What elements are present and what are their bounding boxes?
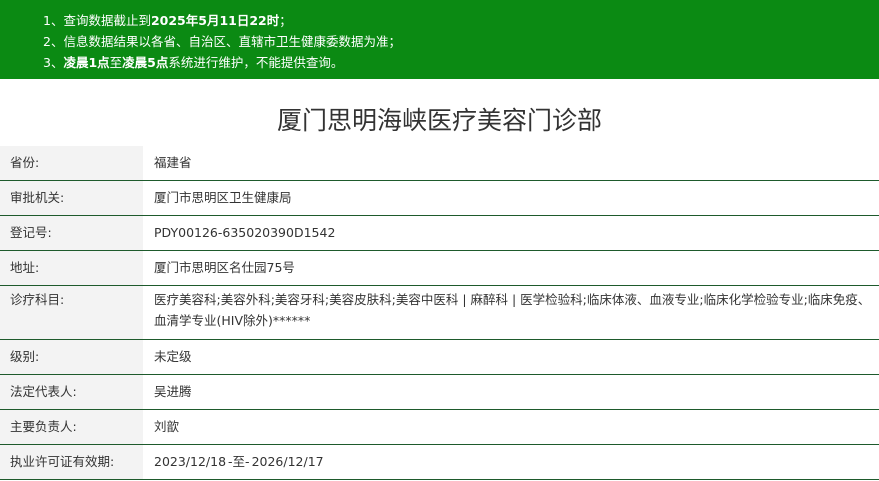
row-label: 级别: — [0, 340, 143, 374]
row-registration-number: 登记号: PDY00126-635020390D1542 — [0, 216, 879, 251]
notice-line-3-end-time: 凌晨5点 — [122, 55, 169, 70]
row-value: 刘歆 — [154, 419, 180, 434]
license-end-date: 2026/12/17 — [251, 454, 324, 469]
notice-line-3-suffix: 系统进行维护，不能提供查询。 — [168, 55, 344, 70]
info-table: 省份: 福建省 审批机关: 厦门市思明区卫生健康局 登记号: PDY00126-… — [0, 146, 879, 480]
row-diagnosis-subjects: 诊疗科目: 医疗美容科;美容外科;美容牙科;美容皮肤科;美容中医科 | 麻醉科 … — [0, 286, 879, 340]
notice-line-3-start-time: 凌晨1点 — [63, 55, 110, 70]
notice-line-1-suffix: ； — [279, 13, 292, 28]
row-label: 地址: — [0, 251, 143, 285]
row-value: 厦门市思明区名仕园75号 — [154, 260, 295, 275]
row-value: 未定级 — [154, 349, 192, 364]
row-value: 福建省 — [154, 155, 192, 170]
row-legal-representative: 法定代表人: 吴进腾 — [0, 375, 879, 410]
notice-banner: 1、查询数据截止到2025年5月11日22时； 2、信息数据结果以各省、自治区、… — [0, 0, 879, 79]
row-label: 登记号: — [0, 216, 143, 250]
license-date-separator: -至- — [228, 454, 250, 469]
notice-line-3: 3、凌晨1点至凌晨5点系统进行维护，不能提供查询。 — [43, 52, 879, 73]
row-value: PDY00126-635020390D1542 — [154, 225, 336, 240]
row-label: 法定代表人: — [0, 375, 143, 409]
row-label: 执业许可证有效期: — [0, 445, 143, 479]
row-value: 厦门市思明区卫生健康局 — [154, 190, 292, 205]
row-license-validity: 执业许可证有效期: 2023/12/18 -至- 2026/12/17 — [0, 445, 879, 480]
notice-line-3-prefix: 3、 — [43, 55, 64, 70]
license-start-date: 2023/12/18 — [154, 454, 227, 469]
notice-line-1: 1、查询数据截止到2025年5月11日22时； — [43, 10, 879, 31]
row-approval-authority: 审批机关: 厦门市思明区卫生健康局 — [0, 181, 879, 216]
notice-line-2: 2、信息数据结果以各省、自治区、直辖市卫生健康委数据为准； — [43, 34, 401, 49]
notice-line-1-prefix: 1、查询数据截止到 — [43, 13, 151, 28]
row-level: 级别: 未定级 — [0, 340, 879, 375]
row-principal: 主要负责人: 刘歆 — [0, 410, 879, 445]
row-value: 医疗美容科;美容外科;美容牙科;美容皮肤科;美容中医科 | 麻醉科 | 医学检验… — [154, 292, 871, 328]
row-province: 省份: 福建省 — [0, 146, 879, 181]
notice-line-1-date: 2025年5月11日22时 — [150, 13, 280, 28]
row-label: 审批机关: — [0, 181, 143, 215]
page-title: 厦门思明海峡医疗美容门诊部 — [276, 106, 602, 135]
row-value: 2023/12/18 -至- 2026/12/17 — [143, 445, 879, 479]
row-address: 地址: 厦门市思明区名仕园75号 — [0, 251, 879, 286]
row-label: 省份: — [0, 146, 143, 180]
notice-line-3-mid: 至 — [109, 55, 123, 70]
row-value: 吴进腾 — [154, 384, 192, 399]
row-label: 诊疗科目: — [0, 286, 143, 339]
row-label: 主要负责人: — [0, 410, 143, 444]
